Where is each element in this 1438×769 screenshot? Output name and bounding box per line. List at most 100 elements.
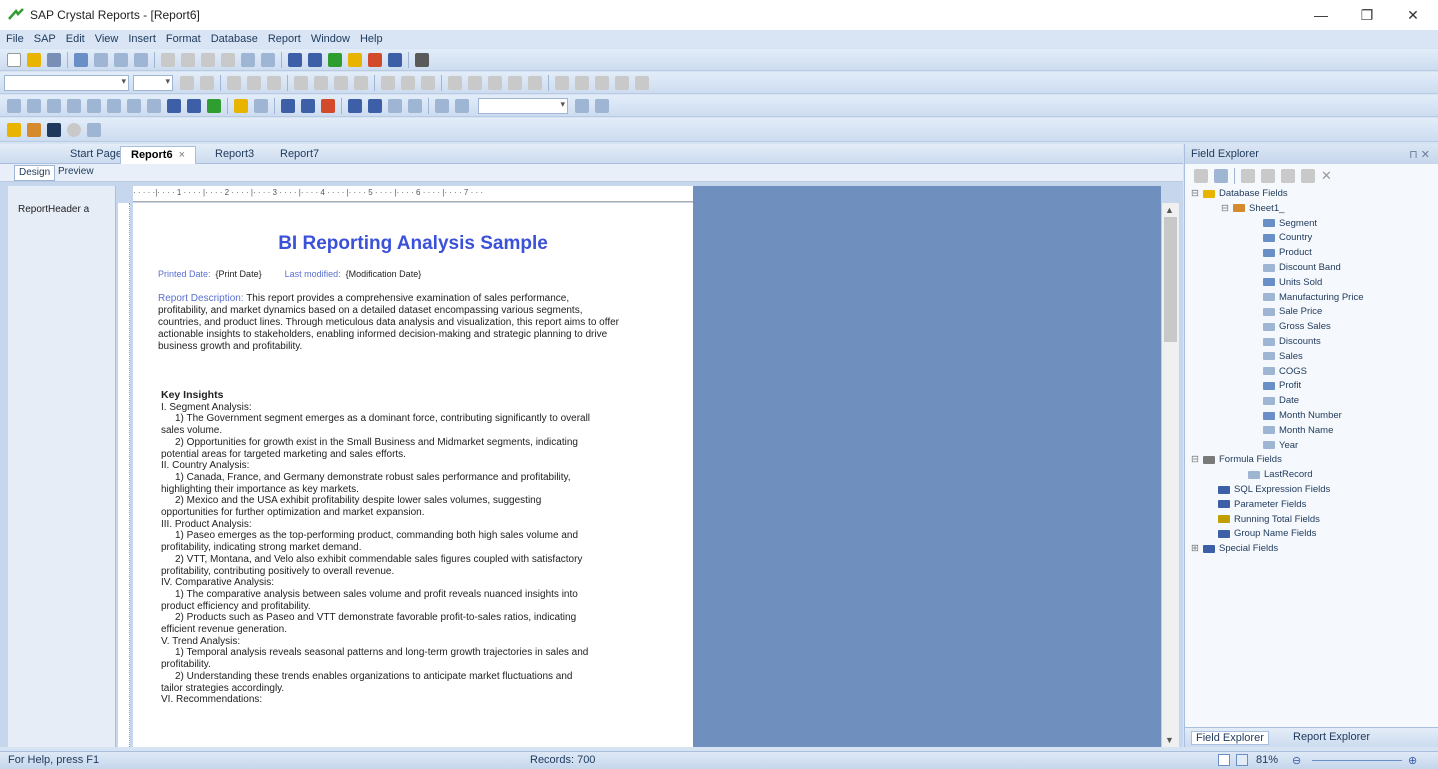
menu-insert[interactable]: Insert (128, 33, 156, 45)
new-field-icon[interactable] (1241, 169, 1255, 183)
tab-field-explorer[interactable]: Field Explorer (1191, 731, 1269, 745)
restore-button[interactable]: ❐ (1344, 0, 1390, 30)
nav-last-icon[interactable] (595, 98, 609, 113)
field-tree-node[interactable]: SQL Expression Fields (1206, 484, 1330, 495)
insert-line-icon[interactable] (127, 98, 141, 113)
formula-workshop-icon[interactable] (368, 52, 382, 67)
refresh-icon[interactable] (134, 52, 148, 67)
tab-report3[interactable]: Report3 (205, 146, 264, 164)
tab-close-icon[interactable]: × (179, 149, 185, 161)
tab-preview[interactable]: Preview (54, 165, 98, 181)
menu-sap[interactable]: SAP (34, 33, 56, 45)
printed-date-label[interactable]: Printed Date: (158, 269, 211, 279)
expand-toggle-icon[interactable]: ⊞ (1191, 543, 1203, 554)
report-options-icon[interactable] (87, 122, 101, 137)
insert-subreport-icon[interactable] (107, 98, 121, 113)
expand-toggle-icon[interactable]: ⊟ (1221, 203, 1233, 214)
insert-crosstab-icon[interactable] (67, 98, 81, 113)
key-insights-textbox[interactable]: Key Insights I. Segment Analysis: 1) The … (161, 389, 681, 706)
field-tree-node[interactable]: ⊟ Sheet1_ (1221, 203, 1284, 214)
justify-icon[interactable] (354, 75, 368, 90)
font-name-combo[interactable] (4, 74, 129, 91)
field-tree-node[interactable]: ⊟ Database Fields (1191, 188, 1288, 199)
align-left-icon[interactable] (294, 75, 308, 90)
insert-picture-icon[interactable] (167, 98, 181, 113)
print-preview-icon[interactable] (94, 52, 108, 67)
field-tree-node[interactable]: Discount Band (1251, 262, 1341, 273)
bold-icon[interactable] (227, 75, 241, 90)
italic-icon[interactable] (247, 75, 261, 90)
decrease-decimal-icon[interactable] (635, 75, 649, 90)
field-tree-node[interactable]: Month Number (1251, 410, 1342, 421)
page-view-icon[interactable] (1218, 754, 1230, 766)
zoom-in-icon[interactable]: ⊕ (1408, 754, 1417, 767)
field-tree-node[interactable]: ⊟ Formula Fields (1191, 454, 1282, 465)
section-report-header[interactable]: ReportHeader a (18, 204, 89, 215)
tab-report-explorer[interactable]: Report Explorer (1293, 731, 1370, 743)
percent-icon[interactable] (595, 75, 609, 90)
database-icon[interactable] (348, 98, 362, 113)
close-button[interactable]: ✕ (1390, 0, 1436, 30)
font-color-icon[interactable] (448, 75, 462, 90)
save-report-icon[interactable] (47, 122, 61, 137)
open-icon[interactable] (27, 52, 41, 67)
tab-report6[interactable]: Report6 × (120, 146, 196, 164)
expand-toggle-icon[interactable]: ⊟ (1191, 188, 1203, 199)
filter-icon[interactable] (321, 98, 335, 113)
tab-report7[interactable]: Report7 (270, 146, 329, 164)
field-tree-node[interactable]: Product (1251, 247, 1312, 258)
lock-format-icon[interactable] (508, 75, 522, 90)
lock-size-icon[interactable] (528, 75, 542, 90)
sort-desc-icon[interactable] (301, 98, 315, 113)
sort-asc-icon[interactable] (281, 98, 295, 113)
field-tree-node[interactable]: Running Total Fields (1206, 514, 1320, 525)
field-tree-node[interactable]: Profit (1251, 380, 1301, 391)
delete-icon[interactable]: ✕ (1321, 168, 1332, 184)
vertical-scrollbar[interactable]: ▲ ▼ (1161, 203, 1179, 747)
report-description[interactable]: Report Description: This report provides… (158, 293, 678, 353)
copy-icon[interactable] (181, 52, 195, 67)
minimize-button[interactable]: — (1298, 0, 1344, 30)
align-top-icon[interactable] (381, 75, 395, 90)
align-right-icon[interactable] (334, 75, 348, 90)
field-tree-node[interactable]: Date (1251, 395, 1299, 406)
shrink-font-icon[interactable] (200, 75, 214, 90)
print-icon[interactable] (74, 52, 88, 67)
insert-box-icon[interactable] (147, 98, 161, 113)
export-icon[interactable] (114, 52, 128, 67)
last-modified-label[interactable]: Last modified: (285, 269, 341, 279)
insert-text-icon[interactable] (27, 98, 41, 113)
align-middle-icon[interactable] (401, 75, 415, 90)
field-tree-node[interactable]: Group Name Fields (1206, 528, 1316, 539)
field-tree-node[interactable]: Sales (1251, 351, 1303, 362)
save-icon[interactable] (47, 52, 61, 67)
printed-date-field[interactable]: {Print Date} (216, 269, 262, 279)
group-expert-icon[interactable] (288, 52, 302, 67)
field-tree-node[interactable]: Parameter Fields (1206, 499, 1306, 510)
section-expert-icon[interactable] (348, 52, 362, 67)
open-report-icon[interactable] (27, 122, 41, 137)
insert-olap-icon[interactable] (87, 98, 101, 113)
field-tree-node[interactable]: Year (1251, 440, 1298, 451)
fit-view-icon[interactable] (1236, 754, 1248, 766)
insert-chart-icon[interactable] (187, 98, 201, 113)
scroll-up-icon[interactable]: ▲ (1165, 205, 1174, 215)
thousands-icon[interactable] (575, 75, 589, 90)
expand-toggle-icon[interactable]: ⊟ (1191, 454, 1203, 465)
field-tree-node[interactable]: Segment (1251, 218, 1317, 229)
duplicate-icon[interactable] (1281, 169, 1295, 183)
paste-icon[interactable] (201, 52, 215, 67)
menu-edit[interactable]: Edit (66, 33, 85, 45)
menu-report[interactable]: Report (268, 33, 301, 45)
nav-next-icon[interactable] (575, 98, 589, 113)
redo-icon[interactable] (261, 52, 275, 67)
report-wizard-icon[interactable] (7, 122, 21, 137)
zoom-out-icon[interactable]: ⊖ (1292, 754, 1301, 767)
zoom-slider[interactable] (1312, 760, 1402, 761)
field-tree-node[interactable]: Manufacturing Price (1251, 292, 1363, 303)
report-title[interactable]: BI Reporting Analysis Sample (133, 233, 693, 255)
field-tree-node[interactable]: Month Name (1251, 425, 1333, 436)
select-expert-icon[interactable] (328, 52, 342, 67)
undo-icon[interactable] (241, 52, 255, 67)
cut-icon[interactable] (161, 52, 175, 67)
